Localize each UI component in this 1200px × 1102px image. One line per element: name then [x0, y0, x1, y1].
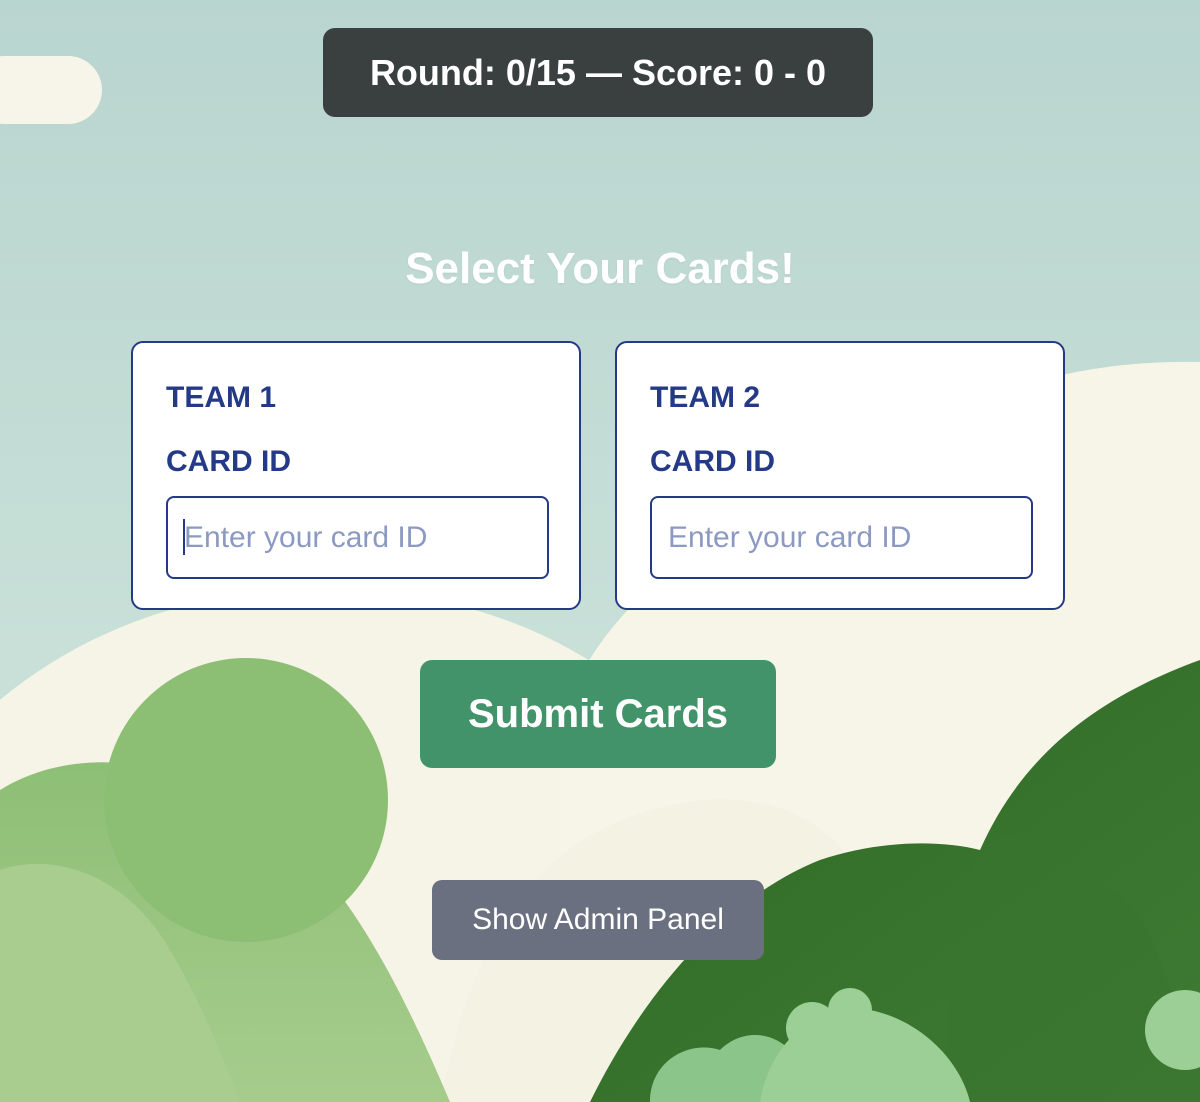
submit-cards-button[interactable]: Submit Cards	[420, 660, 776, 768]
team-1-card-id-label: CARD ID	[166, 445, 291, 478]
team-2-card-id-input[interactable]	[650, 496, 1033, 579]
team-2-card: TEAM 2 CARD ID	[615, 341, 1065, 610]
team-1-title: TEAM 1	[166, 381, 277, 414]
round-score-status: Round: 0/15 — Score: 0 - 0	[323, 28, 873, 117]
team-2-title: TEAM 2	[650, 381, 761, 414]
team-1-card-id-input[interactable]	[166, 496, 549, 579]
team-1-card: TEAM 1 CARD ID	[131, 341, 581, 610]
show-admin-panel-button[interactable]: Show Admin Panel	[432, 880, 764, 960]
page-title: Select Your Cards!	[405, 244, 795, 293]
team-2-card-id-label: CARD ID	[650, 445, 775, 478]
